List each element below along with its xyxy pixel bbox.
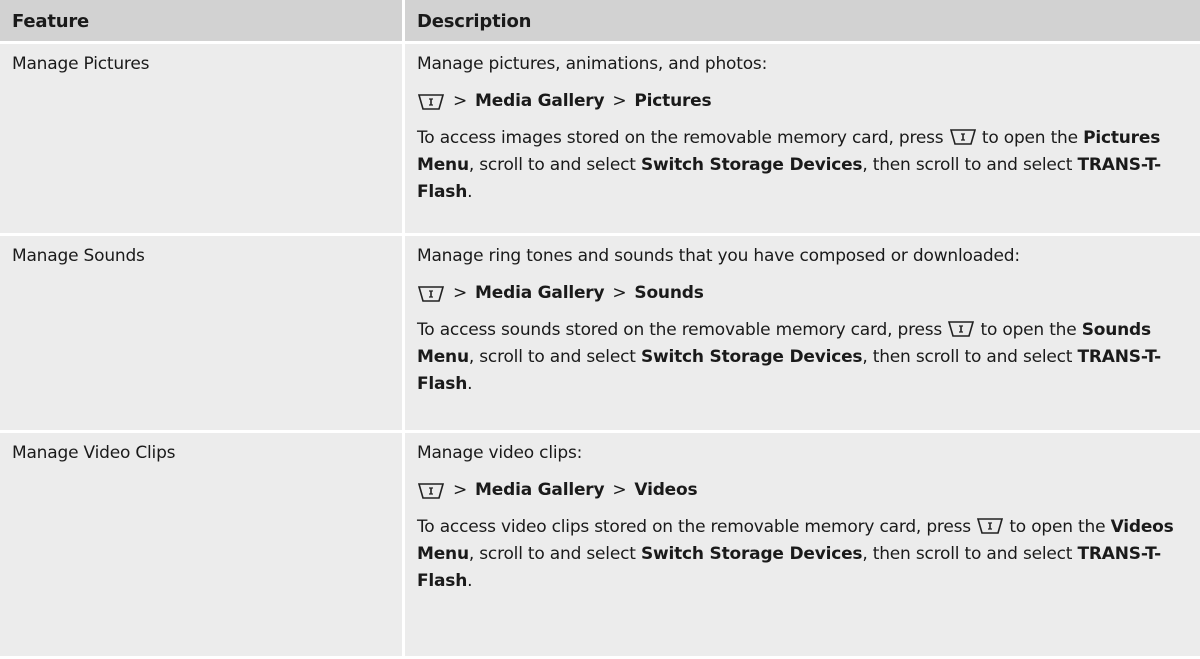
access-text: To access images stored on the removable… (417, 128, 944, 148)
access-text: , then scroll to and select (862, 347, 1073, 367)
access-text: , then scroll to and select (862, 155, 1073, 175)
access-text: , then scroll to and select (862, 544, 1073, 564)
access-text: . (467, 374, 473, 394)
access-text: to open the (980, 320, 1077, 340)
access-instructions: To access video clips stored on the remo… (417, 514, 1188, 595)
description-cell: Manage ring tones and sounds that you ha… (405, 236, 1200, 433)
menu-key-icon (976, 517, 1004, 535)
access-instructions: To access sounds stored on the removable… (417, 317, 1188, 398)
description-cell: Manage video clips: > Media Gallery > Vi… (405, 433, 1200, 659)
access-text: To access sounds stored on the removable… (417, 320, 943, 340)
menu-path: > Media Gallery > Sounds (417, 280, 1188, 307)
access-text: , scroll to and select (468, 347, 636, 367)
access-text: to open the (1009, 517, 1106, 537)
column-header-description: Description (405, 0, 1200, 44)
description-cell: Manage pictures, animations, and photos:… (405, 44, 1200, 236)
access-text: . (467, 182, 473, 202)
access-text: To access video clips stored on the remo… (417, 517, 971, 537)
column-header-feature: Feature (0, 0, 405, 44)
path-separator: > (453, 91, 468, 111)
intro-text: Manage ring tones and sounds that you ha… (417, 246, 1020, 266)
feature-cell: Manage Sounds (0, 236, 405, 433)
access-instructions: To access images stored on the removable… (417, 125, 1188, 206)
intro-text: Manage pictures, animations, and photos: (417, 54, 768, 74)
path-separator: > (612, 283, 627, 303)
access-text: to open the (981, 128, 1078, 148)
menu-path: > Media Gallery > Pictures (417, 88, 1188, 115)
path-item-videos: Videos (634, 480, 698, 500)
path-item-media-gallery: Media Gallery (475, 480, 605, 500)
intro-text: Manage video clips: (417, 443, 583, 463)
path-separator: > (612, 480, 627, 500)
path-item-sounds: Sounds (634, 283, 704, 303)
feature-cell: Manage Pictures (0, 44, 405, 236)
menu-key-icon (949, 128, 977, 146)
path-separator: > (453, 283, 468, 303)
storage-option: Switch Storage Devices (640, 155, 863, 175)
storage-option: Switch Storage Devices (640, 544, 863, 564)
path-item-media-gallery: Media Gallery (475, 91, 605, 111)
path-separator: > (453, 480, 468, 500)
menu-key-icon (417, 482, 445, 500)
access-text: . (467, 571, 473, 591)
path-item-pictures: Pictures (634, 91, 712, 111)
menu-path: > Media Gallery > Videos (417, 477, 1188, 504)
path-item-media-gallery: Media Gallery (475, 283, 605, 303)
feature-cell: Manage Video Clips (0, 433, 405, 659)
menu-key-icon (417, 93, 445, 111)
menu-key-icon (417, 285, 445, 303)
storage-option: Switch Storage Devices (640, 347, 863, 367)
access-text: , scroll to and select (468, 155, 636, 175)
access-text: , scroll to and select (468, 544, 636, 564)
feature-table: Feature Description Manage Pictures Mana… (0, 0, 1200, 659)
menu-key-icon (947, 320, 975, 338)
path-separator: > (612, 91, 627, 111)
